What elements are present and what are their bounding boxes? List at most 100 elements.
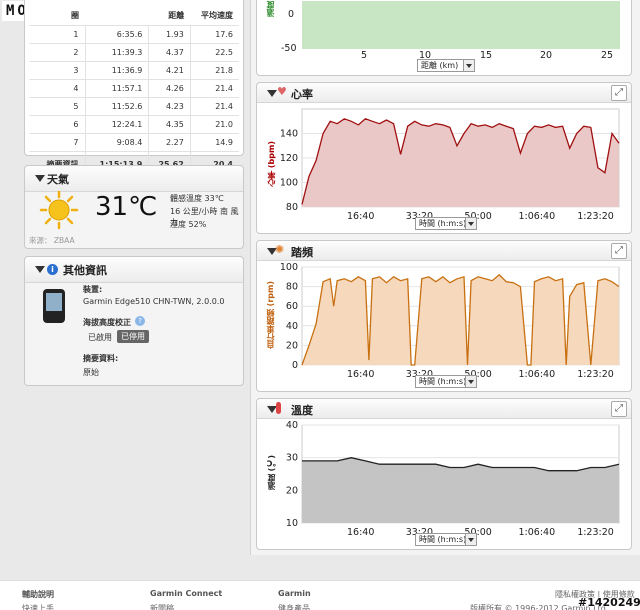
cadence-panel: ✺ 踏頻 ⤢ 10080604020016:4033:2050:001:06:4…	[256, 240, 632, 392]
temp-xtick-label: 16:40	[347, 527, 374, 538]
hr-ytick-label: 80	[286, 202, 298, 213]
temp-axis-select-value: 時間 (h:m:s)	[419, 535, 467, 544]
weather-header[interactable]: 天氣	[25, 166, 243, 192]
cadence-header[interactable]: ✺ 踏頻 ⤢	[257, 241, 631, 261]
lap-speed: 14.9	[189, 133, 239, 152]
footer: 輔助說明 快速上手 Garmin Connect 新聞稿 Garmin 健身產品…	[0, 580, 640, 610]
lap-number: 5	[29, 97, 85, 116]
temp-ytick-label: 10	[286, 518, 298, 529]
cad-ytick-label: 20	[286, 340, 298, 351]
feels-like-text: 體感溫度 33℃	[170, 194, 224, 203]
cad-ytick-label: 60	[286, 301, 298, 312]
lap-number: 3	[29, 61, 85, 80]
temperature-header[interactable]: 溫度 ⤢	[257, 399, 631, 419]
splits-header-row: 圈 距離 平均速度	[29, 7, 239, 26]
top-xtick-3: 20	[540, 50, 553, 61]
lap-distance: 1.93	[148, 25, 191, 44]
top-ytick-1: -50	[281, 43, 297, 54]
hr-axis-select[interactable]: 時間 (h:m:s)	[415, 217, 477, 230]
lap-number: 2	[29, 43, 85, 62]
collapse-triangle-icon[interactable]	[267, 90, 277, 97]
footer-connect-heading: Garmin Connect	[150, 589, 223, 598]
chevron-down-icon	[465, 534, 476, 545]
altitude-calibration-label: 海拔高度校正	[83, 318, 131, 327]
collapse-triangle-icon[interactable]	[35, 175, 45, 182]
hr-ytick-label: 120	[280, 153, 298, 164]
lap-distance: 4.26	[148, 79, 191, 98]
altitude-enabled-button[interactable]: 已啟用	[85, 331, 115, 344]
top-axis-select[interactable]: 距離 (km)	[417, 59, 475, 72]
sun-icon	[39, 190, 79, 230]
table-row: 6 12:24.1 4.35 21.0	[29, 115, 239, 134]
temperature-ylabel: 溫度 (℃)	[267, 455, 276, 491]
top-ytick-0: 0	[288, 9, 295, 20]
watermark-text: #1420249	[578, 596, 640, 609]
table-row: 4 11:57.1 4.26 21.4	[29, 79, 239, 98]
lap-speed: 21.4	[189, 97, 239, 116]
footer-new-link[interactable]: 新聞稿	[150, 603, 174, 610]
temperature-chart: 4030201016:4033:2050:001:06:401:23:20	[286, 420, 620, 538]
top-chart-panel: 溫度 0 -50 5 10 15 20 25 距離 (km)	[256, 0, 632, 76]
help-icon[interactable]: ?	[135, 316, 145, 326]
temp-ytick-label: 20	[286, 485, 298, 496]
weather-source: 來源： ZBAA	[29, 236, 75, 245]
temp-ytick-label: 30	[286, 453, 298, 464]
footer-help-heading: 輔助說明	[22, 590, 54, 599]
hr-xtick-label: 1:23:20	[577, 211, 614, 222]
device-label: 裝置:	[83, 285, 103, 294]
cad-axis-select[interactable]: 時間 (h:m:s)	[415, 375, 477, 388]
lap-speed: 22.5	[189, 43, 239, 62]
lap-distance: 4.37	[148, 43, 191, 62]
header-speed: 平均速度	[190, 7, 239, 26]
temp-ytick-label: 40	[286, 420, 298, 431]
device-value: Garmin Edge510 CHN-TWN, 2.0.0.0	[83, 297, 225, 306]
cadence-ylabel: 自行車踏頻 (rpm)	[266, 281, 275, 350]
footer-garmin-heading: Garmin	[278, 589, 311, 598]
lap-number: 6	[29, 115, 85, 134]
weather-panel: 天氣 31℃ 體感溫度 33℃ 16 公里/小時 南 風力 溼度 52% 來源：…	[24, 165, 244, 249]
humidity-text: 溼度 52%	[170, 220, 207, 229]
top-xtick-0: 5	[361, 50, 368, 61]
lap-time: 9:08.4	[84, 133, 149, 152]
lap-time: 11:52.6	[84, 97, 149, 116]
top-xtick-2: 15	[480, 50, 493, 61]
table-row: 2 11:39.3 4.37 22.5	[29, 43, 239, 62]
collapse-triangle-icon[interactable]	[35, 266, 45, 273]
chevron-down-icon	[463, 60, 474, 71]
table-row: 1 6:35.6 1.93 17.6	[29, 25, 239, 44]
lap-time: 12:24.1	[84, 115, 149, 134]
expand-icon[interactable]: ⤢	[611, 85, 627, 101]
heart-rate-header[interactable]: ♥ 心率 ⤢	[257, 83, 631, 103]
cadence-icon: ✺	[275, 243, 285, 256]
footer-quickstart-link[interactable]: 快速上手	[22, 603, 54, 610]
lap-number: 1	[29, 25, 85, 44]
cad-ytick-label: 100	[280, 262, 298, 273]
table-row: 5 11:52.6 4.23 21.4	[29, 97, 239, 116]
other-info-panel: i 其他資訊 裝置: Garmin Edge510 CHN-TWN, 2.0.0…	[24, 256, 244, 386]
table-row: 7 9:08.4 2.27 14.9	[29, 133, 239, 152]
other-info-header[interactable]: i 其他資訊	[25, 257, 243, 283]
hr-ytick-label: 140	[280, 129, 298, 140]
chevron-down-icon	[465, 218, 476, 229]
weather-title: 天氣	[47, 173, 69, 186]
lap-speed: 21.4	[189, 79, 239, 98]
cad-xtick-label: 16:40	[347, 369, 374, 380]
cad-xtick-label: 1:06:40	[519, 369, 556, 380]
expand-icon[interactable]: ⤢	[611, 401, 627, 417]
footer-products-link[interactable]: 健身產品	[278, 603, 310, 610]
thermometer-icon	[276, 402, 281, 414]
chevron-down-icon	[465, 376, 476, 387]
other-info-title: 其他資訊	[63, 264, 107, 277]
heart-rate-ylabel: 心率 (bpm)	[267, 141, 276, 187]
hr-xtick-label: 16:40	[347, 211, 374, 222]
header-distance: 距離	[148, 7, 191, 26]
temp-axis-select[interactable]: 時間 (h:m:s)	[415, 533, 477, 546]
cadence-title: 踏頻	[291, 246, 313, 259]
altitude-disabled-button[interactable]: 已停用	[117, 330, 149, 343]
top-chart-ylabel: 溫度	[266, 1, 275, 17]
lap-time: 11:57.1	[84, 79, 149, 98]
lap-speed: 21.0	[189, 115, 239, 134]
expand-icon[interactable]: ⤢	[611, 243, 627, 259]
temperature-panel: 溫度 ⤢ 4030201016:4033:2050:001:06:401:23:…	[256, 398, 632, 550]
cad-ytick-label: 0	[292, 360, 298, 371]
